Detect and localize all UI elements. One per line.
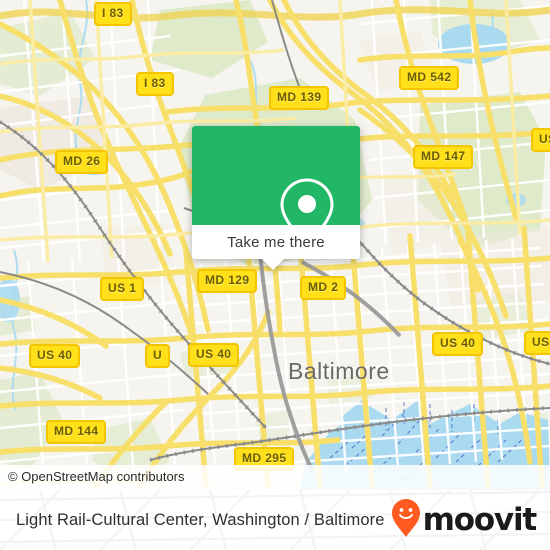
moovit-station-map-screenshot: Baltimore I 83 I 83 MD 139 MD 542 MD 26 … [0,0,550,550]
moovit-smiley-pin-icon [391,498,421,543]
map-attribution: © OpenStreetMap contributors [0,465,550,490]
road-shield-md26: MD 26 [55,150,109,174]
road-shield-us-edge-e: US [524,331,550,355]
road-shield-i83-mid: I 83 [136,72,174,96]
road-shield-us40-mid: US 40 [188,343,240,367]
moovit-wordmark: moovit [422,501,538,538]
moovit-brand-logo[interactable]: moovit [391,498,538,543]
road-shield-md542: MD 542 [399,66,460,90]
road-shield-md139: MD 139 [269,86,330,110]
station-title: Light Rail-Cultural Center, Washington /… [16,510,385,529]
road-shield-md144: MD 144 [46,420,107,444]
road-shield-md147: MD 147 [413,145,474,169]
road-shield-us40-east: US 40 [432,332,484,356]
road-shield-us1: US 1 [100,277,145,301]
city-label-baltimore: Baltimore [288,358,390,384]
popup-card-footer[interactable]: Take me there [192,225,360,270]
station-popup-card[interactable]: Take me there [192,126,360,270]
road-shield-md2: MD 2 [300,276,347,300]
popup-card-header [192,126,360,248]
road-shield-i83-north: I 83 [94,2,132,26]
road-shield-us40-west: US 40 [29,344,81,368]
map-canvas[interactable]: Baltimore I 83 I 83 MD 139 MD 542 MD 26 … [0,0,550,490]
road-shield-u-truncated: U [145,344,171,368]
road-shield-md129: MD 129 [197,269,258,293]
road-shield-us-edge-ne: US [531,128,550,152]
take-me-there-label: Take me there [227,233,325,251]
popup-pointer-tail [262,259,284,270]
footer-bar: Light Rail-Cultural Center, Washington /… [0,490,550,550]
